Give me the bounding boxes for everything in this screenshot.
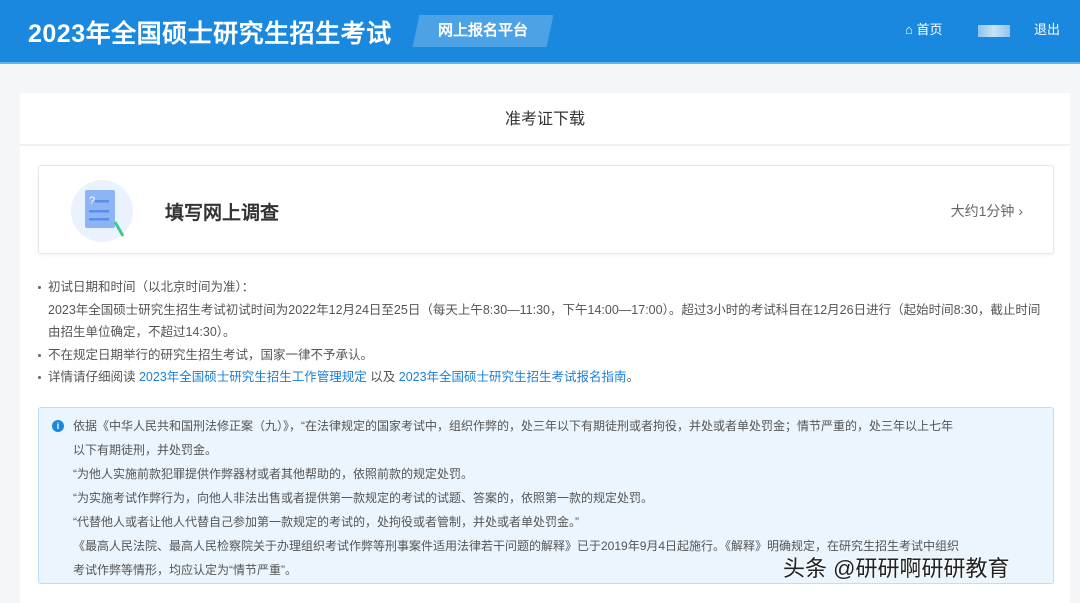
- header: 2023年全国硕士研究生招生考试 网上报名平台 ⌂ 首页 退出: [0, 0, 1080, 64]
- survey-icon: ?: [71, 180, 133, 242]
- home-icon: ⌂: [905, 22, 913, 37]
- site-title: 2023年全国硕士研究生招生考试: [28, 14, 392, 50]
- info-text: 详情请仔细阅读: [48, 370, 139, 384]
- notice-line: “代替他人或者让他人代替自己参加第一款规定的考试的，处拘役或者管制，并处或者单处…: [73, 510, 1053, 534]
- regulation-link[interactable]: 2023年全国硕士研究生招生工作管理规定: [139, 370, 367, 384]
- survey-time-label: 大约1分钟: [951, 203, 1015, 219]
- notice-line: 依据《中华人民共和国刑法修正案（九）》，“在法律规定的国家考试中，组织作弊的，处…: [73, 414, 1053, 438]
- info-item: 初试日期和时间（以北京时间为准）：: [38, 276, 1058, 299]
- info-text: 。: [627, 370, 640, 384]
- notice-line: “为他人实施前款犯罪提供作弊器材或者其他帮助的，依照前款的规定处罚。: [73, 462, 1053, 486]
- info-item: 详情请仔细阅读 2023年全国硕士研究生招生工作管理规定 以及 2023年全国硕…: [38, 366, 1058, 389]
- info-item: 不在规定日期举行的研究生招生考试，国家一律不予承认。: [38, 344, 1058, 367]
- survey-card[interactable]: ? 填写网上调查 大约1分钟 ›: [38, 165, 1054, 254]
- watermark: 头条 @研研啊研研教育: [783, 551, 1009, 583]
- notice-line: 以下有期徒刑，并处罚金。: [73, 438, 1053, 462]
- home-label: 首页: [916, 22, 942, 37]
- username-blurred: [978, 25, 1010, 37]
- svg-text:?: ?: [89, 195, 95, 207]
- survey-title: 填写网上调查: [165, 198, 279, 225]
- notice-line: “为实施考试作弊行为，向他人非法出售或者提供第一款规定的考试的试题、答案的，依照…: [73, 486, 1053, 510]
- info-text: 2023年全国硕士研究生招生考试初试时间为2022年12月24日至25日（每天上…: [38, 299, 1058, 322]
- survey-time: 大约1分钟 ›: [951, 201, 1023, 221]
- guide-link[interactable]: 2023年全国硕士研究生招生考试报名指南: [399, 370, 627, 384]
- platform-badge: 网上报名平台: [413, 15, 554, 47]
- info-icon: i: [52, 420, 64, 432]
- exam-info: 初试日期和时间（以北京时间为准）： 2023年全国硕士研究生招生考试初试时间为2…: [38, 276, 1058, 389]
- logout-link[interactable]: 退出: [1034, 20, 1060, 40]
- chevron-right-icon: ›: [1018, 203, 1023, 219]
- info-text: 由招生单位确定，不超过14:30）。: [38, 321, 1058, 344]
- home-link[interactable]: ⌂ 首页: [905, 20, 943, 40]
- panel-title: 准考证下载: [20, 93, 1070, 146]
- platform-label: 网上报名平台: [416, 15, 550, 47]
- main-panel: 准考证下载 ? 填写网上调查 大约1分钟 › 初试日期和时间（以北京时间为准）：…: [20, 93, 1070, 603]
- info-text: 以及: [367, 370, 399, 384]
